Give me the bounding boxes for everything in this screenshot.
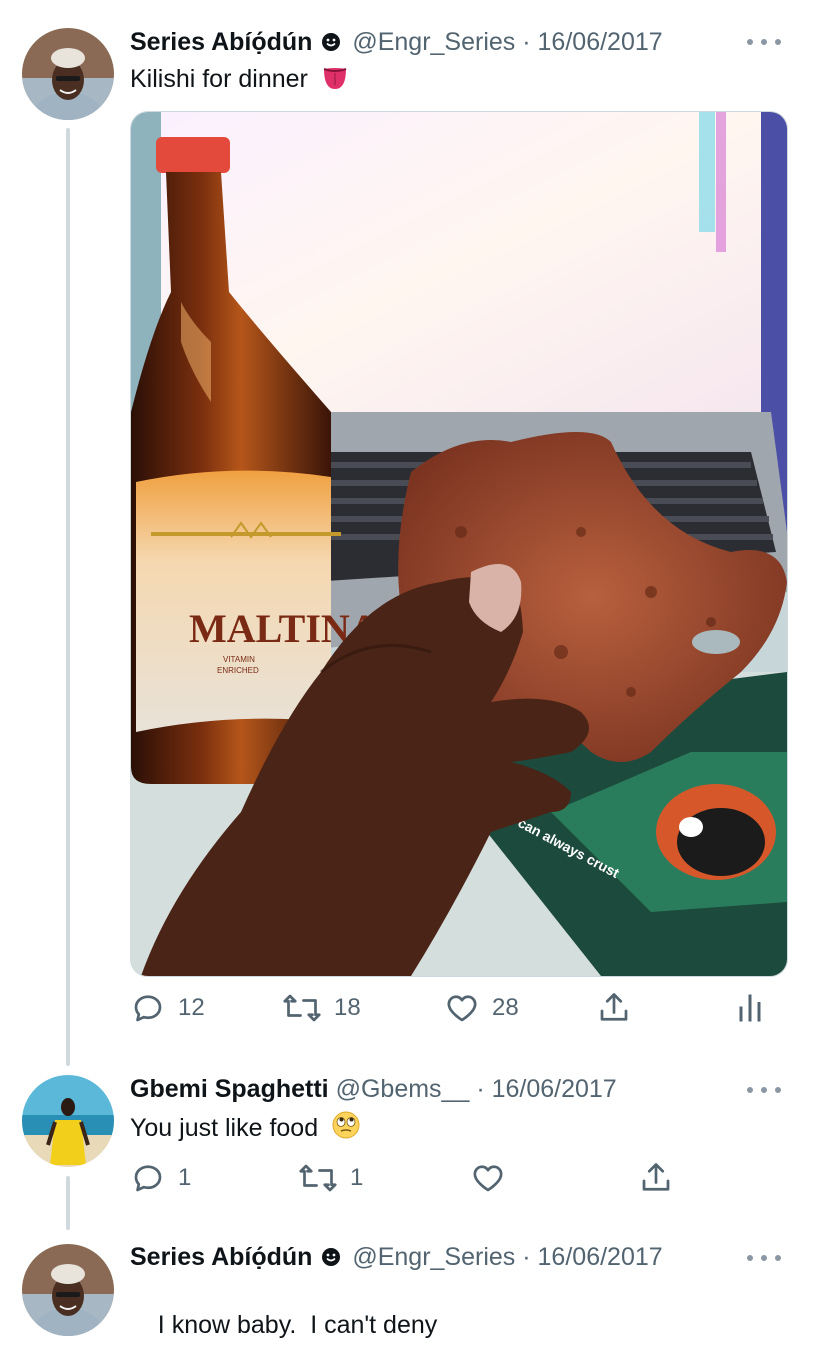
tweet-header: Series Abíọ́dún @Engr_Series · 16/06/201… [130,1242,663,1274]
avatar[interactable] [22,1244,114,1336]
tweet-2[interactable]: Gbemi Spaghetti @Gbems__ · 16/06/2017 Yo… [0,1060,821,1230]
reply-button[interactable]: 1 [130,1160,191,1196]
reply-icon [134,995,162,1022]
tweet-text: Kilishi for dinner [130,63,349,98]
more-options-icon[interactable] [747,32,781,52]
retweet-button[interactable]: 18 [282,990,361,1026]
analytics-icon [739,994,761,1022]
tongue-emoji-icon [321,63,349,98]
retweet-count: 18 [334,994,361,1021]
retweet-icon [283,994,321,1022]
share-button[interactable] [638,1160,674,1196]
display-name[interactable]: Series Abíọ́dún [130,1243,312,1271]
timestamp[interactable]: 16/06/2017 [492,1075,617,1103]
analytics-button[interactable] [736,990,764,1026]
thread-line [66,128,70,1066]
like-button[interactable]: 28 [444,990,519,1026]
like-button[interactable] [470,1160,506,1196]
display-name[interactable]: Series Abíọ́dún [130,28,312,56]
separator-dot: · [476,1075,485,1103]
retweet-button[interactable]: 1 [298,1160,363,1196]
like-count: 28 [492,994,519,1021]
tweet-text: I know baby. I can't deny [130,1280,437,1370]
tweet-text: You just like food [130,1110,361,1147]
timestamp[interactable]: 16/06/2017 [538,1243,663,1271]
handle[interactable]: @Engr_Series [352,1243,515,1271]
tweet-3[interactable]: Series Abíọ́dún @Engr_Series · 16/06/201… [0,1230,821,1339]
timestamp[interactable]: 16/06/2017 [538,28,663,56]
bottle-sublabel-1: VITAMIN [223,655,255,664]
reply-button[interactable]: 12 [130,990,205,1026]
separator-dot: · [522,1243,531,1271]
reply-count: 12 [178,994,205,1021]
tweet-1[interactable]: Series Abíọ́dún @Engr_Series · 16/06/201… [0,0,821,1066]
avatar[interactable] [22,1075,114,1167]
handle[interactable]: @Gbems__ [336,1075,470,1103]
retweet-count: 1 [350,1164,364,1191]
bottle-sublabel-2: ENRICHED [217,666,259,675]
verified-icon [321,29,341,59]
reply-icon [134,1165,162,1192]
display-name[interactable]: Gbemi Spaghetti [130,1075,329,1103]
thread-line [66,1176,70,1230]
handle[interactable]: @Engr_Series [352,28,515,56]
tweet-text-content: You just like food [130,1114,319,1142]
heart-icon [473,1165,503,1192]
heart-icon [447,995,477,1022]
tweet-photo[interactable]: You can always crust MALTINA VITAMIN ENR… [130,111,788,977]
more-options-icon[interactable] [747,1080,781,1100]
retweet-icon [299,1164,337,1192]
share-icon [642,1163,670,1191]
reply-count: 1 [178,1164,192,1191]
share-button[interactable] [596,990,632,1026]
tweet-text-content: I know baby. I can't deny [157,1311,438,1339]
tweet-actions: 1 1 [130,1160,690,1200]
tweet-actions: 12 18 28 [130,990,786,1030]
separator-dot: · [522,28,531,56]
avatar[interactable] [22,28,114,120]
more-options-icon[interactable] [747,1248,781,1268]
tweet-header: Gbemi Spaghetti @Gbems__ · 16/06/2017 [130,1074,617,1104]
eye-roll-emoji-icon [331,1110,361,1147]
share-icon [600,993,628,1021]
tweet-header: Series Abíọ́dún @Engr_Series · 16/06/201… [130,27,663,59]
verified-icon [321,1244,341,1274]
tweet-text-content: Kilishi for dinner [130,65,308,93]
